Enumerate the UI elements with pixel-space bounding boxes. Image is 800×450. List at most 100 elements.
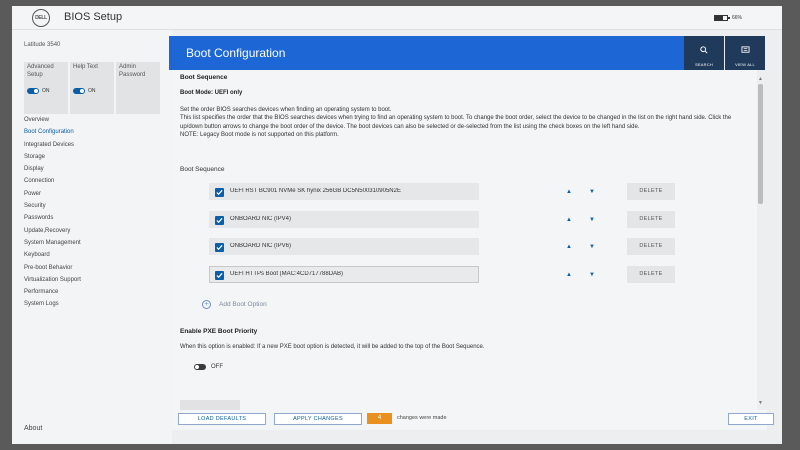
- changes-label: changes were made: [397, 415, 447, 421]
- move-down-arrow-icon[interactable]: ▼: [587, 243, 597, 251]
- toggle-switch-icon: [194, 364, 206, 370]
- content-scrollbar[interactable]: ▲ ▼: [757, 76, 765, 406]
- boot-item-name: UEFI HTTPs Boot (MAC:4CD717788DAB): [230, 271, 344, 277]
- top-bar: DELL BIOS Setup 66%: [12, 6, 782, 30]
- plus-icon: +: [202, 300, 211, 309]
- sidebar-item-boot-configuration[interactable]: Boot Configuration: [24, 126, 81, 138]
- boot-sequence-label: Boot Sequence: [180, 166, 225, 173]
- move-up-arrow-icon[interactable]: ▲: [564, 188, 574, 196]
- advanced-setup-tile[interactable]: Advanced Setup ON: [24, 62, 68, 114]
- scroll-up-icon[interactable]: ▲: [758, 76, 763, 82]
- sidebar-item-performance[interactable]: Performance: [24, 286, 81, 298]
- sidebar-item-pre-boot-behavior[interactable]: Pre-boot Behavior: [24, 262, 81, 274]
- apply-changes-button[interactable]: APPLY CHANGES: [274, 413, 362, 425]
- search-icon: [700, 46, 708, 54]
- sidebar-item-connection[interactable]: Connection: [24, 175, 81, 187]
- toggle-state: ON: [42, 88, 50, 94]
- boot-item-checkbox[interactable]: [215, 188, 224, 197]
- scrollbar-thumb[interactable]: [758, 84, 763, 204]
- delete-button[interactable]: DELETE: [627, 266, 675, 283]
- bottom-bar: LOAD DEFAULTS APPLY CHANGES 4 changes we…: [172, 410, 774, 430]
- toggle-state: ON: [88, 88, 96, 94]
- sidebar-item-security[interactable]: Security: [24, 200, 81, 212]
- sidebar-item-virtualization-support[interactable]: Virtualization Support: [24, 274, 81, 286]
- changes-count-badge: 4: [367, 413, 392, 424]
- sidebar-item-storage[interactable]: Storage: [24, 151, 81, 163]
- pxe-section-title: Enable PXE Boot Priority: [180, 328, 258, 335]
- description-line: Set the order BIOS searches devices when…: [180, 107, 392, 113]
- page-header: Boot Configuration: [169, 36, 684, 70]
- search-label: SEARCH: [695, 62, 713, 67]
- move-up-arrow-icon[interactable]: ▲: [564, 271, 574, 279]
- sidebar-item-overview[interactable]: Overview: [24, 114, 81, 126]
- sidebar-item-integrated-devices[interactable]: Integrated Devices: [24, 139, 81, 151]
- toggle-switch-icon: [27, 88, 39, 94]
- view-all-button[interactable]: VIEW ALL: [725, 36, 765, 70]
- delete-button[interactable]: DELETE: [627, 211, 675, 228]
- search-button[interactable]: SEARCH: [684, 36, 724, 70]
- description-line: This list specifies the order that the B…: [180, 115, 732, 130]
- pxe-boot-priority-toggle[interactable]: OFF: [194, 364, 223, 370]
- load-defaults-button[interactable]: LOAD DEFAULTS: [178, 413, 266, 425]
- view-all-label: VIEW ALL: [735, 62, 755, 67]
- main-content: Boot Sequence Boot Mode: UEFI only Set t…: [172, 70, 757, 410]
- sidebar-item-update-recovery[interactable]: Update,Recovery: [24, 225, 81, 237]
- add-boot-option-button[interactable]: + Add Boot Option: [202, 300, 267, 309]
- sidebar: Latitude 3540 Advanced Setup ON Help Tex…: [12, 30, 172, 444]
- move-down-arrow-icon[interactable]: ▼: [587, 271, 597, 279]
- boot-item-checkbox[interactable]: [215, 271, 224, 280]
- sidebar-item-keyboard[interactable]: Keyboard: [24, 249, 81, 261]
- advanced-setup-toggle[interactable]: ON: [27, 88, 50, 94]
- boot-mode-label: Boot Mode: UEFI only: [180, 90, 243, 96]
- boot-item-checkbox[interactable]: [215, 216, 224, 225]
- move-down-arrow-icon[interactable]: ▼: [587, 188, 597, 196]
- sidebar-item-power[interactable]: Power: [24, 188, 81, 200]
- battery-fill: [714, 16, 723, 20]
- check-icon: [216, 217, 223, 224]
- description-line: NOTE: Legacy Boot mode is not supported …: [180, 131, 339, 138]
- sidebar-item-passwords[interactable]: Passwords: [24, 212, 81, 224]
- boot-item-row[interactable]: UEFI RST BC901 NVMe SK hynix 256GB DC5N5…: [209, 183, 479, 200]
- boot-item-row[interactable]: ONBOARD NIC (IPV6): [209, 238, 479, 255]
- check-icon: [216, 244, 223, 251]
- toggle-state: OFF: [211, 364, 223, 370]
- battery-percent: 66%: [731, 15, 742, 21]
- help-text-toggle[interactable]: ON: [73, 88, 96, 94]
- help-text-tile[interactable]: Help Text ON: [70, 62, 114, 114]
- sidebar-item-display[interactable]: Display: [24, 163, 81, 175]
- section-title: Boot Sequence: [180, 74, 228, 81]
- sidebar-item-system-management[interactable]: System Management: [24, 237, 81, 249]
- exit-button[interactable]: EXIT: [728, 413, 774, 425]
- app-title: BIOS Setup: [64, 11, 123, 23]
- move-up-arrow-icon[interactable]: ▲: [564, 243, 574, 251]
- sidebar-item-system-logs[interactable]: System Logs: [24, 298, 81, 310]
- battery-indicator: 66%: [713, 15, 742, 21]
- view-all-icon: [741, 46, 749, 53]
- scroll-down-icon[interactable]: ▼: [758, 400, 763, 406]
- delete-button[interactable]: DELETE: [627, 183, 675, 200]
- add-boot-option-label: Add Boot Option: [219, 301, 267, 308]
- system-model: Latitude 3540: [24, 42, 61, 48]
- about-link[interactable]: About: [24, 425, 42, 432]
- admin-password-tile[interactable]: Admin Password: [116, 62, 160, 114]
- next-section-placeholder: [180, 400, 240, 410]
- tile-label: Help Text: [73, 64, 98, 70]
- move-up-arrow-icon[interactable]: ▲: [564, 216, 574, 224]
- toggle-switch-icon: [73, 88, 85, 94]
- delete-button[interactable]: DELETE: [627, 238, 675, 255]
- boot-item-row[interactable]: ONBOARD NIC (IPV4): [209, 211, 479, 228]
- check-icon: [216, 272, 223, 279]
- boot-item-name: UEFI RST BC901 NVMe SK hynix 256GB DC5N5…: [230, 188, 401, 194]
- sidebar-nav: Overview Boot Configuration Integrated D…: [24, 114, 81, 311]
- tile-label: Advanced Setup: [27, 64, 54, 78]
- check-icon: [216, 189, 223, 196]
- battery-icon: [713, 15, 730, 21]
- pxe-description: When this option is enabled: If a new PX…: [180, 344, 485, 350]
- tile-label: Admin Password: [119, 64, 146, 78]
- boot-item-name: ONBOARD NIC (IPV4): [230, 216, 292, 222]
- boot-item-row[interactable]: UEFI HTTPs Boot (MAC:4CD717788DAB): [209, 266, 479, 283]
- bios-screen: DELL BIOS Setup 66% Latitude 3540 Advanc…: [12, 6, 782, 444]
- move-down-arrow-icon[interactable]: ▼: [587, 216, 597, 224]
- boot-item-checkbox[interactable]: [215, 243, 224, 252]
- section-description: Set the order BIOS searches devices when…: [180, 106, 740, 139]
